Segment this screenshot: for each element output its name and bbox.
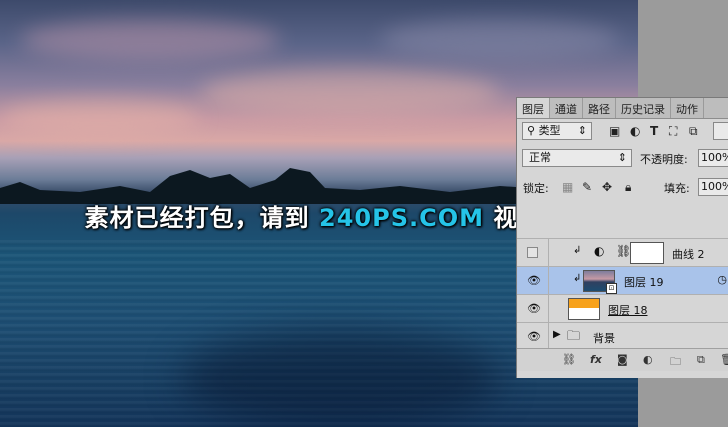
search-icon: ⚲ — [527, 124, 536, 137]
mask-thumbnail[interactable] — [630, 242, 664, 264]
link-icon[interactable]: ⛓ — [562, 353, 576, 366]
adjust-icon[interactable]: ◐ — [630, 123, 640, 139]
text-icon[interactable]: T — [650, 123, 658, 139]
filter-row: ⚲ 类型 ⇕ ▣ ◐ T ⛶ ⧉ — [517, 122, 728, 142]
lock-transparent-icon[interactable]: ▦ — [562, 179, 573, 195]
clip-arrow-icon: ↲ — [573, 273, 582, 284]
expand-arrow-icon[interactable]: ▶ — [553, 329, 561, 340]
layer-name: 曲线 2 — [672, 248, 705, 261]
smart-object-badge-icon: ⊡ — [606, 283, 617, 294]
fill-label: 填充: — [664, 182, 690, 195]
layer-row-background-group[interactable]: 👁︎ ▶ 🗀 背景 — [517, 322, 728, 350]
lock-all-icon[interactable]: 🔒︎ — [625, 179, 631, 195]
folder-icon: 🗀 — [567, 329, 581, 344]
adjustment-layer-icon[interactable]: ◐ — [643, 353, 653, 366]
cloud — [20, 20, 280, 60]
adjustment-icon: ◐ — [594, 244, 605, 258]
lock-label: 锁定: — [523, 182, 549, 195]
chain-link-icon[interactable]: ⛓ — [616, 244, 631, 258]
cloud — [0, 100, 200, 135]
layer-name: 背景 — [593, 332, 615, 345]
eye-icon[interactable]: 👁︎ — [527, 302, 541, 315]
fx-icon[interactable]: fx — [590, 353, 602, 366]
layer-row-18[interactable]: 👁︎ 图层 18 — [517, 294, 728, 322]
tab-channels[interactable]: 通道 — [550, 98, 583, 118]
banner-prefix: 素材已经打包，请到 — [84, 204, 319, 232]
fill-input[interactable]: 100% — [698, 178, 728, 196]
cloud — [200, 70, 500, 115]
layer-row-19[interactable]: 👁︎ ↲ ⊡ 图层 19 ◷ — [517, 266, 728, 294]
lock-row: 锁定: ▦ ✎ ✥ 🔒︎ 填充: 100% — [517, 178, 728, 198]
tab-paths[interactable]: 路径 — [583, 98, 616, 118]
filter-kind-label: 类型 — [538, 124, 561, 137]
lock-move-icon[interactable]: ✥ — [602, 179, 612, 195]
fill-value: 100% — [701, 180, 728, 193]
eye-column-divider — [548, 267, 549, 294]
blend-mode-value: 正常 — [529, 151, 551, 164]
filter-toggle[interactable] — [713, 122, 728, 140]
tab-history[interactable]: 历史记录 — [616, 98, 671, 118]
smart-icon[interactable]: ⧉ — [689, 123, 698, 139]
image-icon[interactable]: ▣ — [609, 123, 620, 139]
tab-actions[interactable]: 动作 — [671, 98, 704, 118]
layer-thumbnail[interactable] — [568, 298, 600, 320]
layers-panel: 图层 通道 路径 历史记录 动作 ⚲ 类型 ⇕ ▣ ◐ T ⛶ ⧉ 正常 ⇕ 不… — [516, 97, 728, 378]
eye-column-divider — [548, 323, 549, 350]
blend-mode-select[interactable]: 正常 ⇕ — [522, 149, 632, 167]
trash-icon[interactable]: 🗑︎ — [720, 353, 728, 366]
panel-bottom-bar: ⛓ fx ◙ ◐ 🗀 ⧉ 🗑︎ — [517, 348, 728, 371]
banner-site: 240PS.COM — [319, 204, 484, 232]
new-layer-icon[interactable]: ⧉ — [697, 353, 705, 367]
lock-brush-icon[interactable]: ✎ — [582, 179, 592, 195]
clip-arrow-icon: ↲ — [573, 245, 582, 256]
panel-tabs: 图层 通道 路径 历史记录 动作 — [517, 98, 728, 119]
eye-icon[interactable]: 👁︎ — [527, 330, 541, 343]
tab-layers[interactable]: 图层 — [517, 98, 550, 118]
layer-name: 图层 19 — [624, 276, 664, 289]
layer-row-curves[interactable]: ↲ ◐ ⛓ 曲线 2 — [517, 238, 728, 266]
water-shadow — [180, 330, 500, 427]
blend-row: 正常 ⇕ 不透明度: 100% — [517, 149, 728, 169]
layer-name: 图层 18 — [608, 304, 648, 317]
cloud — [380, 20, 620, 60]
opacity-label: 不透明度: — [640, 153, 688, 166]
smart-filter-icon: ◷ — [717, 273, 727, 286]
opacity-value: 100% — [701, 151, 728, 164]
eye-icon[interactable]: 👁︎ — [527, 274, 541, 287]
shape-icon[interactable]: ⛶ — [669, 123, 677, 139]
smart-object-thumbnail[interactable]: ⊡ — [583, 270, 617, 294]
eye-column-divider — [548, 295, 549, 322]
visibility-off-icon[interactable] — [527, 247, 538, 258]
updown-icon: ⇕ — [617, 151, 627, 164]
eye-column-divider — [548, 239, 549, 266]
opacity-input[interactable]: 100% — [698, 149, 728, 167]
filter-kind-select[interactable]: ⚲ 类型 ⇕ — [522, 122, 592, 140]
folder-icon[interactable]: 🗀 — [670, 353, 681, 372]
mask-icon[interactable]: ◙ — [617, 353, 628, 366]
updown-icon: ⇕ — [577, 124, 587, 137]
